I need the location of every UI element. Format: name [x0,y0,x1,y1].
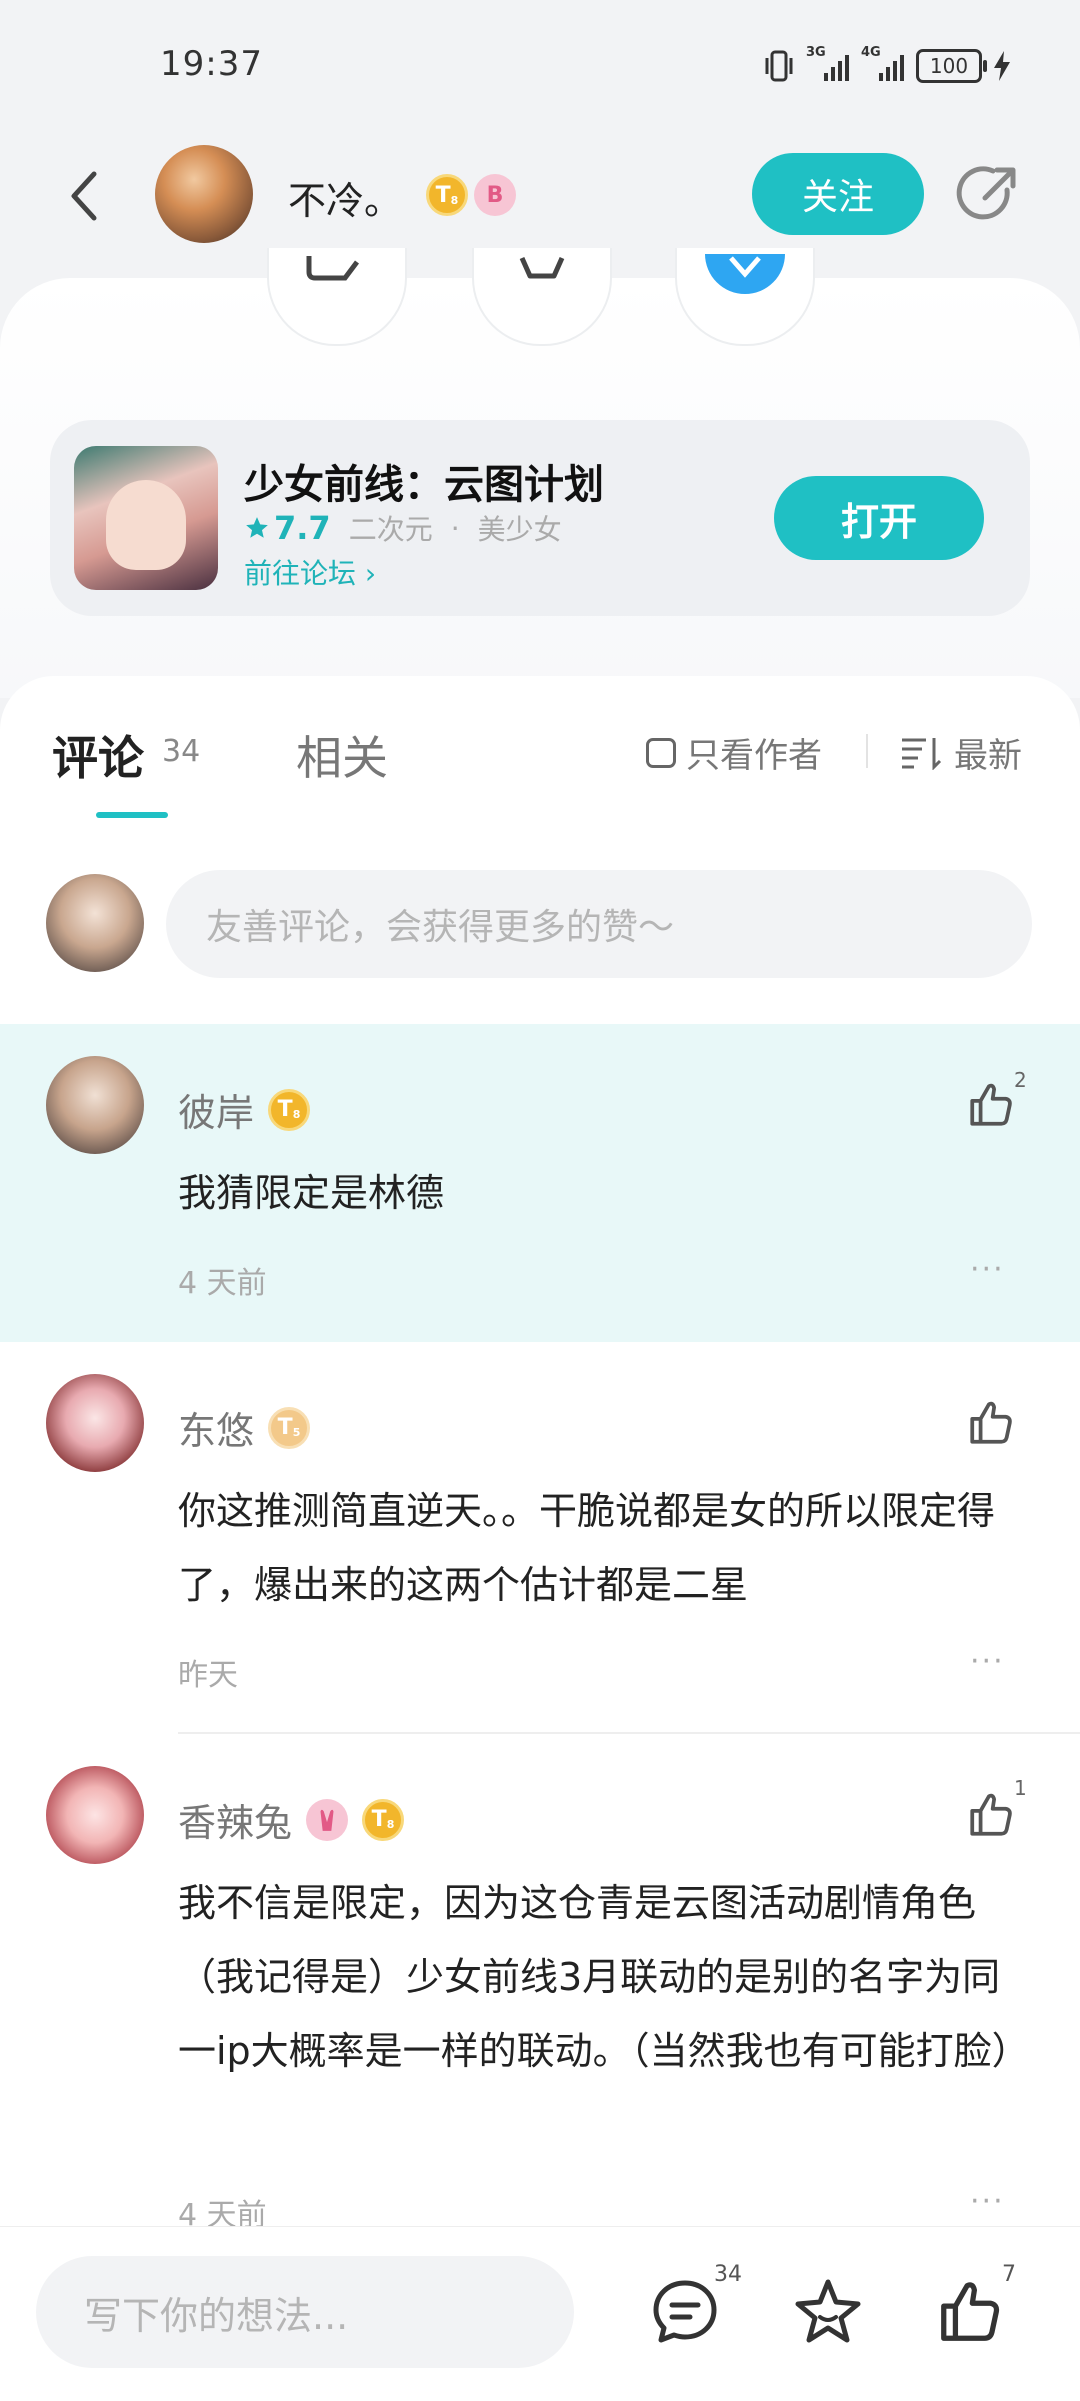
sort-icon [902,737,942,770]
game-tag-1: 二次元 [348,513,433,546]
tab-comments-count: 34 [162,734,201,769]
separator-dot: · [450,511,460,545]
author-name[interactable]: 不冷。 [288,170,402,225]
tab-active-indicator [96,812,168,818]
game-tag-2: 美少女 [477,513,562,546]
level-badge: T8 [268,1088,311,1131]
like-count: 2 [1014,1068,1027,1092]
forum-link[interactable]: 前往论坛 › [244,552,376,592]
level-badge: T5 [268,1406,311,1449]
star-icon [246,517,268,538]
status-time: 19:37 [160,44,263,84]
bunny-badge [306,1798,349,1841]
comment-author[interactable]: 彼岸 T8 [178,1082,311,1137]
reply-input[interactable]: 写下你的想法... [36,2256,574,2368]
status-icons: 3G 4G 100 [764,45,1010,86]
like-count: 1 [1014,1776,1027,1800]
comment-author[interactable]: 东悠 T5 [178,1400,311,1455]
tag-badge: B [474,174,516,216]
back-button[interactable] [56,160,112,232]
more-options-icon[interactable]: ··· [970,1252,1005,1287]
comment-time: 昨天 [178,1658,238,1693]
more-options-icon[interactable]: ··· [970,2184,1005,2219]
comment-avatar[interactable] [46,1766,144,1864]
like-icon[interactable] [966,1790,1016,1840]
level-badge: T8 [426,174,468,216]
battery-icon: 100 [916,49,987,83]
comment-time: 4 天前 [178,1266,267,1301]
favorite-star-icon[interactable] [793,2277,863,2347]
comment-avatar[interactable] [46,1374,144,1472]
like-icon[interactable] [935,2277,1005,2347]
more-options-icon[interactable]: ··· [970,1644,1005,1679]
comment-count: 34 [714,2262,742,2287]
comment-author[interactable]: 香辣兔 T8 [178,1792,405,1847]
sort-toggle[interactable]: 最新 [900,728,1022,777]
level-badge: T8 [362,1798,405,1841]
comment-text: 我猜限定是林德 [178,1171,445,1215]
charging-icon [994,51,1010,81]
follow-button[interactable]: 关注 [752,153,924,235]
checkbox-icon[interactable] [646,737,676,768]
chevron-right-icon: › [364,557,377,590]
comment-icon[interactable] [650,2277,720,2347]
tab-comments[interactable]: 评论 [52,722,144,788]
game-icon[interactable] [74,446,218,590]
comment-avatar[interactable] [46,1056,144,1154]
signal-4g-icon: 4G [861,45,904,81]
game-meta: 7.7 二次元 · 美少女 [244,508,562,548]
only-author-toggle[interactable]: 只看作者 [646,728,822,777]
vibrate-icon [765,50,793,82]
comment-text: 你这推测简直逆天。。干脆说都是女的所以限定得了，爆出来的这两个估计都是二星 [178,1489,996,1607]
open-game-button[interactable]: 打开 [774,476,984,560]
divider [866,734,868,768]
author-avatar[interactable] [155,145,253,243]
comment-text: 我不信是限定，因为这仓青是云图活动剧情角色（我记得是）少女前线3月联动的是别的名… [178,1881,1030,2073]
bunny-icon [320,1809,334,1831]
game-title[interactable]: 少女前线：云图计划 [244,452,604,510]
game-rating: 7.7 [244,509,331,547]
share-icon[interactable] [955,160,1023,228]
my-avatar [46,874,144,972]
like-icon[interactable] [966,1080,1016,1130]
comment-input[interactable]: 友善评论，会获得更多的赞～ [166,870,1032,978]
like-count: 7 [1002,2262,1016,2287]
like-icon[interactable] [966,1398,1016,1448]
row-divider [178,1732,1080,1734]
signal-3g-icon: 3G [806,45,849,81]
tab-related[interactable]: 相关 [296,722,388,788]
